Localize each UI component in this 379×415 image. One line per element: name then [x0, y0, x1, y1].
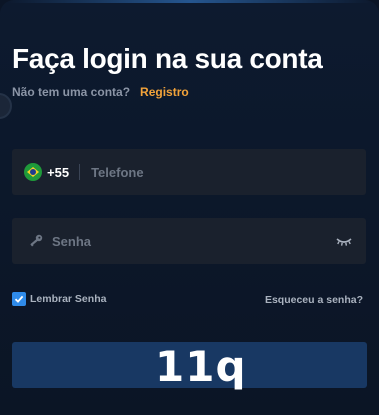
checkmark-icon	[14, 295, 24, 303]
signup-prompt: Não tem uma conta? Registro	[12, 85, 189, 99]
overlay-watermark-text: 11q	[155, 342, 247, 391]
remember-checkbox[interactable]	[12, 292, 26, 306]
forgot-password-link[interactable]: Esqueceu a senha?	[265, 294, 363, 306]
phone-input[interactable]	[91, 164, 312, 180]
dial-code[interactable]: +55	[47, 165, 69, 180]
side-tab-handle[interactable]	[0, 93, 12, 119]
password-input[interactable]	[52, 233, 312, 249]
register-link[interactable]: Registro	[140, 85, 189, 99]
eye-closed-icon[interactable]	[336, 235, 352, 247]
remember-label: Lembrar Senha	[30, 293, 107, 305]
phone-field[interactable]: +55	[12, 149, 366, 195]
no-account-text: Não tem uma conta?	[12, 85, 131, 99]
key-icon	[30, 234, 43, 247]
login-panel: Faça login na sua conta Não tem uma cont…	[0, 0, 379, 415]
field-divider	[79, 164, 81, 180]
password-field[interactable]	[12, 218, 366, 264]
page-title: Faça login na sua conta	[12, 43, 323, 74]
brazil-flag-icon[interactable]	[24, 163, 42, 181]
panel-top-accent	[8, 0, 371, 3]
remember-password-toggle[interactable]: Lembrar Senha	[12, 292, 106, 306]
